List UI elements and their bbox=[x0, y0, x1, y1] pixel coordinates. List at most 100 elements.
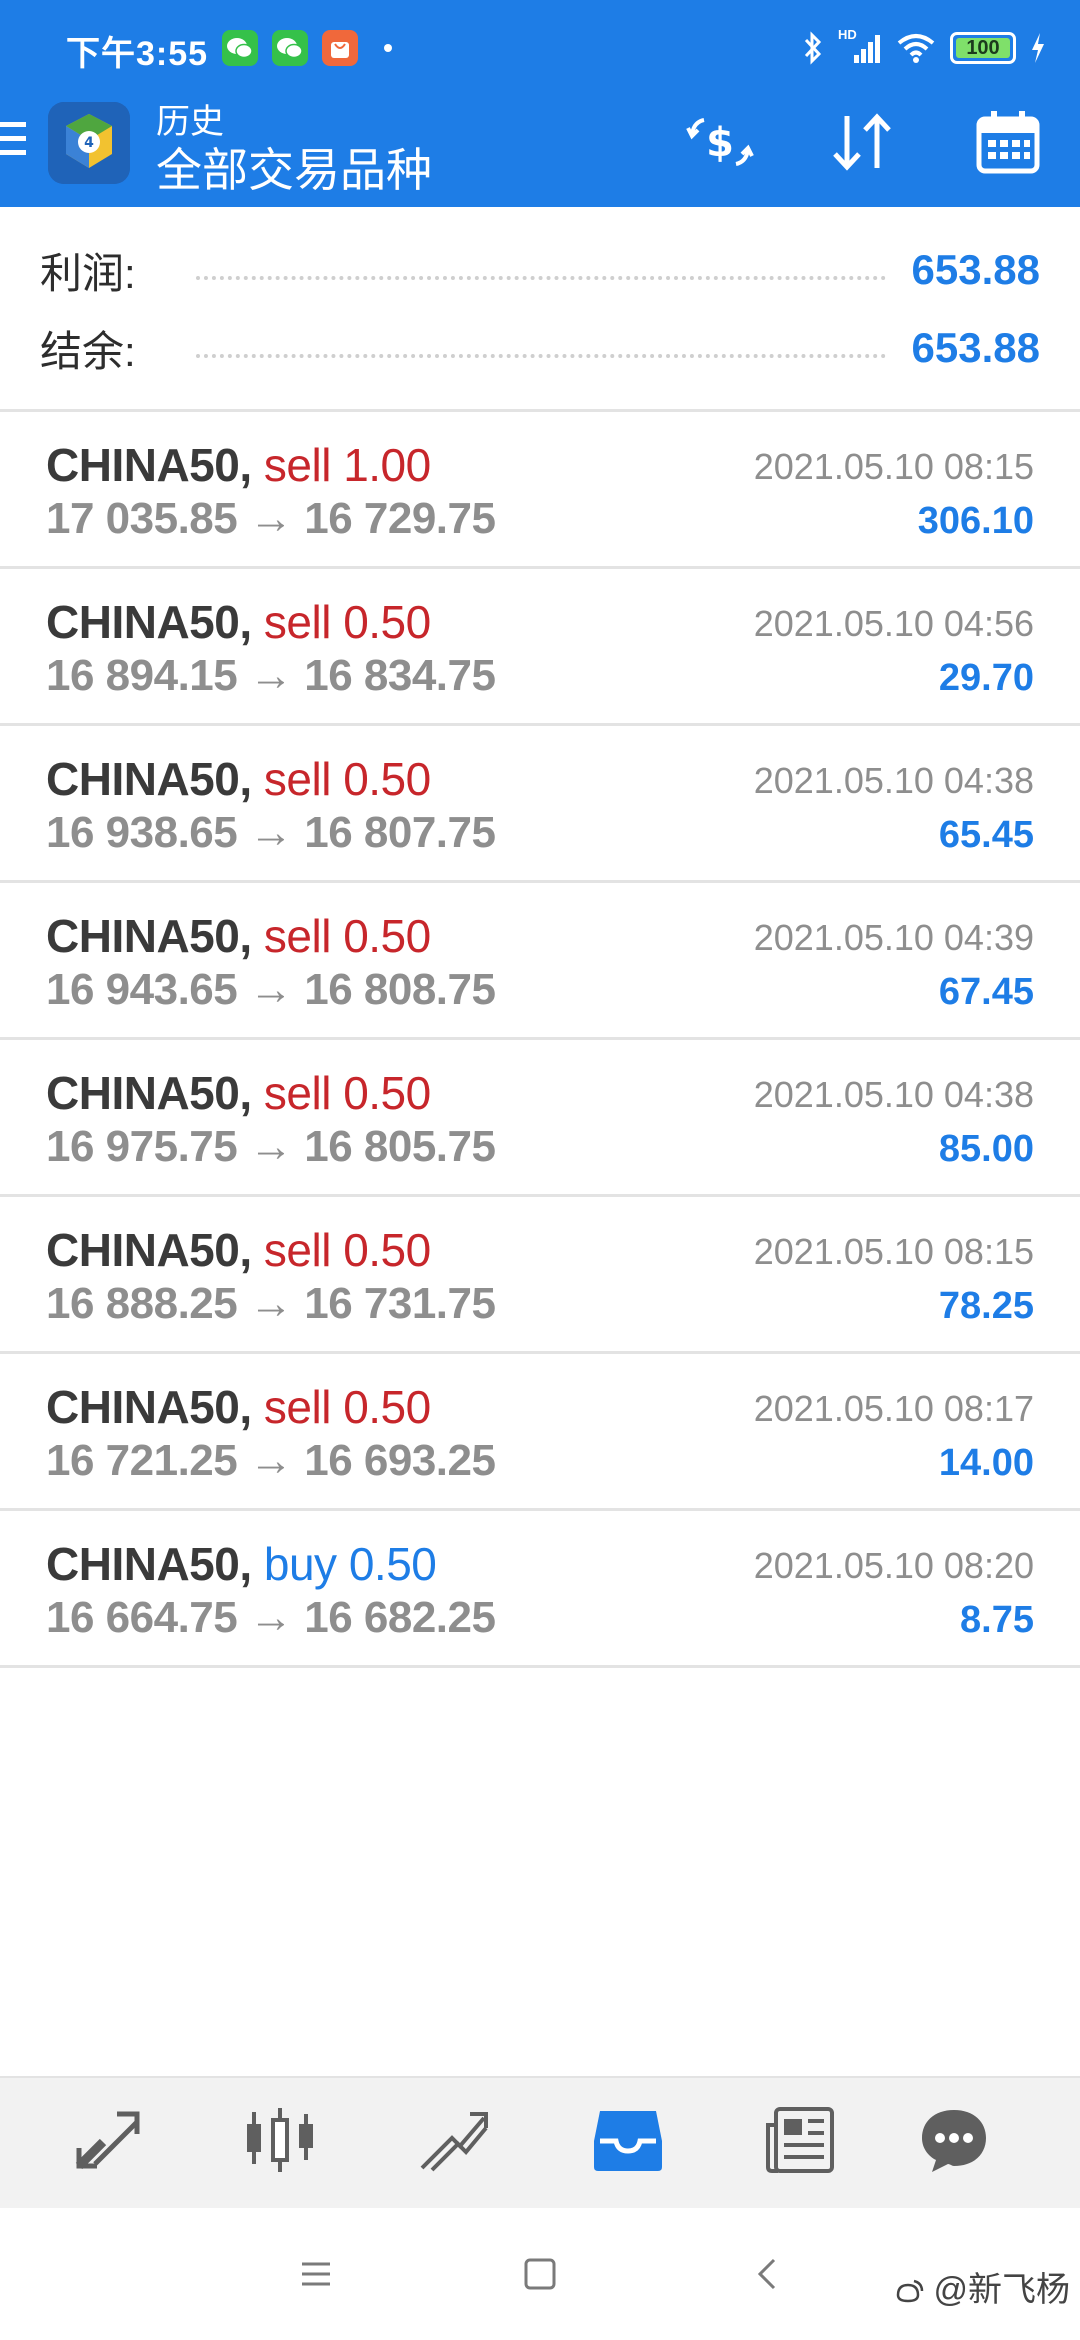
arrow-icon: → bbox=[248, 1122, 293, 1171]
open-price: 16 721.25 bbox=[46, 1436, 238, 1485]
close-price: 16 807.75 bbox=[304, 808, 496, 857]
trade-row[interactable]: CHINA50, sell 0.50 16 894.15 → 16 834.75… bbox=[0, 569, 1080, 726]
account-summary: 利润: 653.88 结余: 653.88 bbox=[0, 207, 1080, 412]
trade-symbol: CHINA50, bbox=[46, 1381, 252, 1433]
quotes-icon[interactable] bbox=[68, 2100, 148, 2180]
close-price: 16 731.75 bbox=[304, 1279, 496, 1328]
dotted-leader bbox=[195, 338, 886, 358]
trade-history-list: CHINA50, sell 1.00 17 035.85 → 16 729.75… bbox=[0, 412, 1080, 1668]
charging-icon bbox=[1032, 33, 1044, 63]
close-price: 16 682.25 bbox=[304, 1593, 496, 1642]
open-price: 16 888.25 bbox=[46, 1279, 238, 1328]
inbox-icon[interactable] bbox=[588, 2100, 668, 2180]
currency-exchange-icon[interactable]: $ bbox=[680, 102, 760, 182]
calendar-icon[interactable] bbox=[968, 102, 1048, 182]
wechat-icon bbox=[222, 30, 258, 66]
trade-side: sell 0.50 bbox=[263, 1381, 431, 1433]
trade-profit: 14.00 bbox=[938, 1442, 1034, 1484]
weibo-icon bbox=[896, 2279, 924, 2303]
sort-icon[interactable] bbox=[822, 102, 902, 182]
battery-level: 100 bbox=[966, 36, 1000, 59]
status-bar: 下午3:55 HD 100 bbox=[0, 0, 1080, 96]
trade-symbol: CHINA50, bbox=[46, 910, 252, 962]
recent-apps-icon[interactable] bbox=[294, 2252, 338, 2296]
trade-time: 2021.05.10 08:17 bbox=[753, 1388, 1034, 1429]
symbol-filter[interactable]: 全部交易品种 bbox=[156, 134, 432, 200]
trade-row[interactable]: CHINA50, buy 0.50 16 664.75 → 16 682.25 … bbox=[0, 1511, 1080, 1668]
signal-label: HD bbox=[838, 27, 857, 42]
svg-text:$: $ bbox=[706, 120, 734, 166]
trade-row[interactable]: CHINA50, sell 0.50 16 975.75 → 16 805.75… bbox=[0, 1040, 1080, 1197]
trade-time: 2021.05.10 04:56 bbox=[753, 603, 1034, 644]
close-price: 16 693.25 bbox=[304, 1436, 496, 1485]
news-icon[interactable] bbox=[760, 2100, 840, 2180]
trade-row[interactable]: CHINA50, sell 0.50 16 943.65 → 16 808.75… bbox=[0, 883, 1080, 1040]
trade-profit: 29.70 bbox=[938, 657, 1034, 699]
trade-time: 2021.05.10 08:15 bbox=[753, 1231, 1034, 1272]
trade-symbol: CHINA50, bbox=[46, 1224, 252, 1276]
trade-profit: 65.45 bbox=[938, 814, 1034, 856]
trade-symbol: CHINA50, bbox=[46, 439, 252, 491]
signal-icon: HD bbox=[838, 27, 882, 65]
system-navigation-bar: @新飞杨 bbox=[0, 2208, 1080, 2340]
trade-side: buy 0.50 bbox=[263, 1538, 437, 1590]
profit-row: 利润: 653.88 bbox=[40, 240, 1040, 300]
wifi-icon bbox=[897, 34, 935, 63]
trade-profit: 67.45 bbox=[938, 971, 1034, 1013]
trade-row[interactable]: CHINA50, sell 1.00 17 035.85 → 16 729.75… bbox=[0, 412, 1080, 569]
watermark-text: @新飞杨 bbox=[933, 2271, 1070, 2309]
status-indicators: HD 100 bbox=[802, 27, 1046, 68]
close-price: 16 834.75 bbox=[304, 651, 496, 700]
battery-icon: 100 bbox=[950, 32, 1016, 64]
trade-profit: 8.75 bbox=[960, 1599, 1034, 1641]
open-price: 16 664.75 bbox=[46, 1593, 238, 1642]
wechat-icon bbox=[272, 30, 308, 66]
trade-row[interactable]: CHINA50, sell 0.50 16 721.25 → 16 693.25… bbox=[0, 1354, 1080, 1511]
app-header: 下午3:55 HD 100 4 历史 全部交易品种 $ bbox=[0, 0, 1080, 207]
trade-time: 2021.05.10 04:38 bbox=[753, 1074, 1034, 1115]
hamburger-menu-icon[interactable] bbox=[0, 122, 30, 162]
balance-row: 结余: 653.88 bbox=[40, 318, 1040, 378]
trade-time: 2021.05.10 04:39 bbox=[753, 917, 1034, 958]
trade-side: sell 0.50 bbox=[263, 753, 431, 805]
bluetooth-icon bbox=[804, 31, 822, 65]
trade-side: sell 1.00 bbox=[263, 439, 431, 491]
trade-profit: 78.25 bbox=[938, 1285, 1034, 1327]
trend-icon[interactable] bbox=[414, 2100, 494, 2180]
back-icon[interactable] bbox=[746, 2252, 790, 2296]
trade-row[interactable]: CHINA50, sell 0.50 16 938.65 → 16 807.75… bbox=[0, 726, 1080, 883]
trade-row[interactable]: CHINA50, sell 0.50 16 888.25 → 16 731.75… bbox=[0, 1197, 1080, 1354]
trade-time: 2021.05.10 08:20 bbox=[753, 1545, 1034, 1586]
open-price: 16 943.65 bbox=[46, 965, 238, 1014]
arrow-icon: → bbox=[248, 494, 293, 543]
trade-time: 2021.05.10 08:15 bbox=[753, 446, 1034, 487]
trade-side: sell 0.50 bbox=[263, 1067, 431, 1119]
trade-side: sell 0.50 bbox=[263, 1224, 431, 1276]
metatrader-logo: 4 bbox=[48, 102, 130, 184]
balance-value: 653.88 bbox=[911, 324, 1040, 371]
close-price: 16 729.75 bbox=[304, 494, 496, 543]
svg-text:4: 4 bbox=[84, 135, 94, 151]
balance-label: 结余: bbox=[40, 327, 136, 375]
trade-symbol: CHINA50, bbox=[46, 1538, 252, 1590]
close-price: 16 805.75 bbox=[304, 1122, 496, 1171]
trade-side: sell 0.50 bbox=[263, 596, 431, 648]
arrow-icon: → bbox=[248, 965, 293, 1014]
open-price: 16 975.75 bbox=[46, 1122, 238, 1171]
trade-profit: 85.00 bbox=[938, 1128, 1034, 1170]
arrow-icon: → bbox=[248, 1593, 293, 1642]
app-bar: 4 历史 全部交易品种 $ bbox=[0, 90, 1080, 207]
notification-dot bbox=[384, 44, 392, 52]
home-icon[interactable] bbox=[518, 2252, 562, 2296]
arrow-icon: → bbox=[248, 1279, 293, 1328]
arrow-icon: → bbox=[248, 651, 293, 700]
chat-icon[interactable] bbox=[914, 2100, 994, 2180]
open-price: 16 938.65 bbox=[46, 808, 238, 857]
open-price: 17 035.85 bbox=[46, 494, 238, 543]
dotted-leader bbox=[195, 260, 886, 280]
open-price: 16 894.15 bbox=[46, 651, 238, 700]
close-price: 16 808.75 bbox=[304, 965, 496, 1014]
arrow-icon: → bbox=[248, 808, 293, 857]
shopping-bag-icon bbox=[322, 30, 358, 66]
candlestick-icon[interactable] bbox=[240, 2100, 320, 2180]
